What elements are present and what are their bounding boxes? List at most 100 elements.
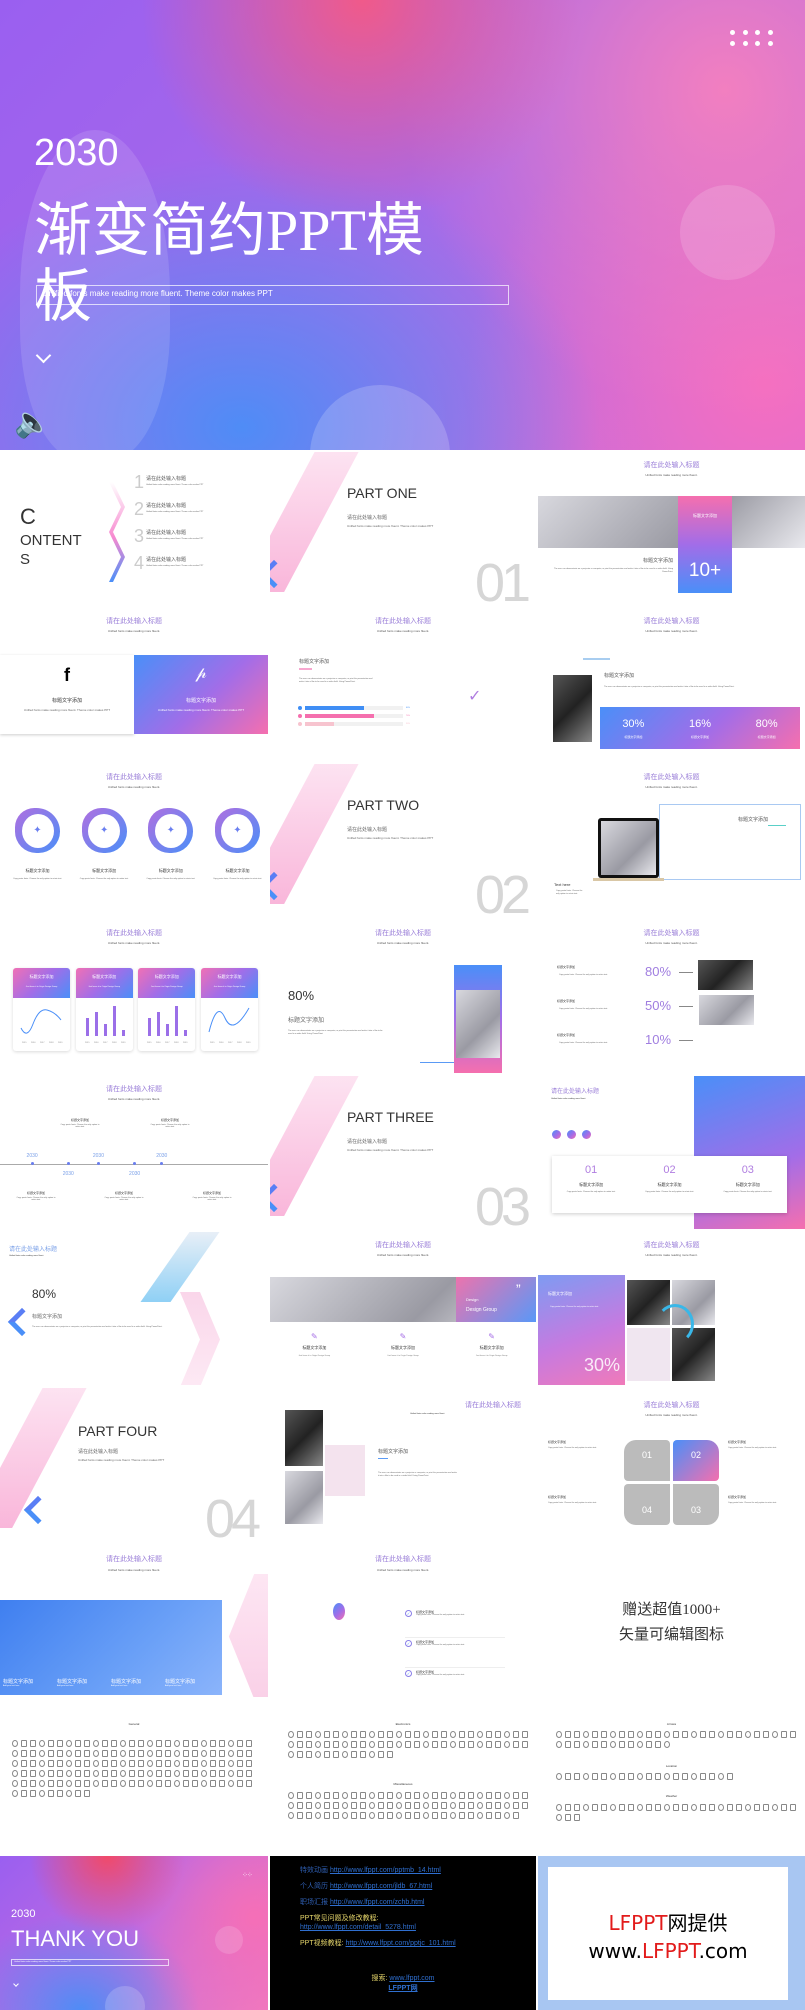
caption-text: Add your text here	[3, 1685, 20, 1687]
col-heading: 标题文字添加	[479, 1345, 504, 1350]
vector-icon	[745, 1804, 751, 1811]
progress-row: 30%	[298, 720, 536, 728]
progress-bar	[305, 706, 403, 710]
vector-icon	[495, 1802, 501, 1809]
vector-icon	[192, 1760, 198, 1767]
decor-bubble	[680, 185, 775, 280]
vector-icon	[556, 1773, 562, 1780]
tools-icon: ✦	[21, 813, 54, 848]
vector-icon	[646, 1741, 652, 1748]
vector-icon	[709, 1773, 715, 1780]
link-url[interactable]: http://www.lfppt.com/detail_5278.html	[300, 1924, 416, 1931]
slide-timeline: 请在此处输入标题 Unified fonts make reading more…	[0, 1076, 268, 1229]
link-url[interactable]: http://www.lfppt.com/pptjc_101.html	[346, 1940, 456, 1947]
axis-tick: 2016	[94, 1042, 99, 1044]
bar	[175, 1006, 179, 1036]
vector-icon	[450, 1812, 456, 1819]
slide-subtitle: Unified fonts make reading more fluent.	[107, 941, 161, 945]
bar	[103, 1024, 107, 1036]
vector-icon	[610, 1731, 616, 1738]
timeline-entry: 标题文字添加 Copy paste fonts. Choose the only …	[104, 1191, 144, 1201]
speaker-icon[interactable]: 🔈	[14, 405, 51, 440]
item-desc: Unified fonts make reading more fluent. …	[146, 484, 204, 486]
contents-item[interactable]: 2 请在此处输入标题 Unified fonts make reading more…	[134, 499, 264, 526]
tools-icon	[567, 1130, 576, 1139]
vector-icon	[351, 1751, 357, 1758]
quad-text-item: 标题文字添加 Copy paste fonts. Choose the only …	[728, 1440, 793, 1449]
contents-item[interactable]: 3 请在此处输入标题 Unified fonts make reading more…	[134, 526, 264, 553]
search-link[interactable]: www.lfppt.com	[389, 1975, 434, 1982]
vector-icon	[351, 1802, 357, 1809]
vector-icon	[315, 1792, 321, 1799]
vector-icon	[21, 1760, 27, 1767]
vector-icon	[504, 1731, 510, 1738]
vector-icon	[246, 1770, 252, 1777]
vector-icon	[156, 1750, 162, 1757]
vector-icon	[315, 1812, 321, 1819]
vector-icon	[432, 1731, 438, 1738]
caption-text: Add your text here	[111, 1685, 128, 1687]
vector-icon	[297, 1812, 303, 1819]
contents-item[interactable]: 1 请在此处输入标题 Unified fonts make reading more…	[134, 472, 264, 499]
vector-icon	[396, 1802, 402, 1809]
dots-grid-icon[interactable]	[730, 30, 776, 48]
step-item: 03 标题文字添加 Copy paste fonts. Choose the onl…	[718, 1156, 778, 1213]
brand-line-2: www.LFPPT.com	[588, 1939, 748, 1963]
slide-design-group: 请在此处输入标题 Unified fonts make reading more…	[270, 1232, 536, 1385]
vector-icon	[513, 1812, 519, 1819]
vector-icon	[351, 1741, 357, 1748]
step-heading: 标题文字添加	[735, 1182, 760, 1187]
vector-icon	[583, 1741, 589, 1748]
part-desc: Unified fonts make reading more fluent. …	[347, 524, 434, 528]
step-item: 02 标题文字添加 Copy paste fonts. Choose the onl…	[639, 1156, 699, 1213]
vector-icon	[736, 1804, 742, 1811]
axis-tick: 2016	[31, 1042, 36, 1044]
stat-label: 标题文字添加	[690, 734, 709, 739]
vector-icon	[120, 1780, 126, 1787]
item-text: Copy paste fonts. Choose the only option…	[416, 1674, 465, 1676]
caption-heading: 标题文字添加	[165, 1680, 196, 1685]
vector-icon	[673, 1804, 679, 1811]
part-title: PART FOUR	[78, 1423, 158, 1439]
percent-row: 标题文字添加 Copy paste fonts. Choose the only …	[553, 1030, 803, 1064]
vector-icon	[324, 1751, 330, 1758]
vector-icon	[565, 1804, 571, 1811]
timeline-dot	[66, 1162, 70, 1165]
vector-icon	[556, 1731, 562, 1738]
vector-icon	[75, 1780, 81, 1787]
quad-text-item: 标题文字添加 Copy paste fonts. Choose the only …	[728, 1495, 793, 1504]
col-heading: 标题文字添加	[302, 1345, 327, 1350]
vector-icon	[165, 1770, 171, 1777]
link-url[interactable]: http://www.lfppt.com/zchb.html	[330, 1899, 425, 1906]
row-percent: 80%	[645, 964, 672, 979]
vector-icon	[628, 1773, 634, 1780]
vector-icon	[48, 1740, 54, 1747]
vector-icon	[396, 1731, 402, 1738]
brand-link[interactable]: LFPPT网	[388, 1985, 417, 1992]
vector-icon	[574, 1731, 580, 1738]
item-number: 2	[134, 499, 145, 519]
vector-icon	[628, 1741, 634, 1748]
vector-icon	[369, 1812, 375, 1819]
link-url[interactable]: http://www.lfppt.com/jldb_67.html	[330, 1883, 432, 1890]
chart-card: 标题文字添加 Just leave it to Origin Design Gro…	[75, 968, 133, 1051]
contents-item[interactable]: 4 请在此处输入标题 Unified fonts make reading more…	[134, 553, 264, 580]
calculator-photo	[699, 995, 754, 1025]
vector-icon	[486, 1802, 492, 1809]
dots-grid-icon[interactable]: ⁘⁘	[242, 1871, 253, 1879]
vector-icon	[21, 1770, 27, 1777]
vector-icon	[39, 1740, 45, 1747]
slide-icons-arrows: Arrows Location Weather	[538, 1700, 805, 1853]
link-url[interactable]: http://www.lfppt.com/pptmb_14.html	[330, 1867, 441, 1874]
slide-title: 请在此处输入标题	[643, 773, 700, 781]
vector-icon	[120, 1740, 126, 1747]
vector-icon	[423, 1731, 429, 1738]
vector-icon	[378, 1751, 384, 1758]
chevron-down-icon[interactable]	[13, 1981, 19, 1987]
progress-bar	[305, 722, 403, 726]
vector-icon	[84, 1780, 90, 1787]
slide-title: 请在此处输入标题	[106, 929, 162, 937]
vector-icon	[360, 1802, 366, 1809]
step-text: Copy paste fonts. Choose the only option…	[645, 1191, 694, 1193]
part-desc: Unified fonts make reading more fluent. …	[78, 1458, 165, 1462]
